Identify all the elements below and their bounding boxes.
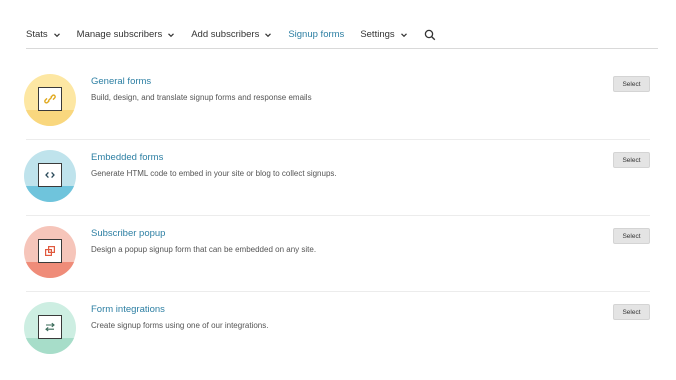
form-title[interactable]: Embedded forms	[91, 152, 163, 163]
nav-item-label: Add subscribers	[191, 29, 260, 40]
form-title[interactable]: Form integrations	[91, 304, 165, 315]
select-form-integrations-button[interactable]: Select	[613, 304, 650, 320]
signup-forms-page: Stats Manage subscribers Add subscribers…	[0, 0, 676, 380]
badge-box	[38, 315, 62, 339]
code-icon	[45, 171, 55, 179]
list-item-embedded-forms: Embedded forms Generate HTML code to emb…	[0, 140, 676, 216]
top-nav: Stats Manage subscribers Add subscribers…	[26, 27, 658, 49]
subscriber-popup-badge	[24, 226, 76, 278]
form-title[interactable]: Subscriber popup	[91, 228, 165, 239]
general-forms-badge	[24, 74, 76, 126]
form-description: Create signup forms using one of our int…	[91, 321, 269, 330]
chevron-down-icon	[168, 32, 175, 37]
nav-item-settings[interactable]: Settings	[360, 29, 407, 46]
swap-arrows-icon	[45, 322, 55, 332]
badge-half	[24, 338, 76, 354]
form-integrations-badge	[24, 302, 76, 354]
list-item-subscriber-popup: Subscriber popup Design a popup signup f…	[0, 216, 676, 292]
badge-half	[24, 262, 76, 278]
badge-box	[38, 87, 62, 111]
form-description: Build, design, and translate signup form…	[91, 93, 312, 102]
form-description: Design a popup signup form that can be e…	[91, 245, 317, 254]
nav-item-signup-forms[interactable]: Signup forms	[288, 29, 344, 46]
embedded-forms-badge	[24, 150, 76, 202]
form-options-list: General forms Build, design, and transla…	[0, 64, 676, 368]
nav-item-add-subscribers[interactable]: Add subscribers	[191, 29, 272, 46]
chevron-down-icon	[400, 32, 407, 37]
list-item-form-integrations: Form integrations Create signup forms us…	[0, 292, 676, 368]
badge-half	[24, 110, 76, 126]
badge-box	[38, 239, 62, 263]
select-subscriber-popup-button[interactable]: Select	[613, 228, 650, 244]
nav-item-label: Stats	[26, 29, 48, 40]
select-general-forms-button[interactable]: Select	[613, 76, 650, 92]
link-icon	[44, 94, 56, 104]
form-title[interactable]: General forms	[91, 76, 151, 87]
chevron-down-icon	[53, 32, 60, 37]
nav-item-label: Signup forms	[288, 29, 345, 40]
select-embedded-forms-button[interactable]: Select	[613, 152, 650, 168]
chevron-down-icon	[265, 32, 272, 37]
search-icon[interactable]	[424, 29, 436, 41]
nav-item-label: Settings	[360, 29, 395, 40]
form-description: Generate HTML code to embed in your site…	[91, 169, 337, 178]
list-item-general-forms: General forms Build, design, and transla…	[0, 64, 676, 140]
popup-icon	[45, 246, 56, 257]
nav-item-label: Manage subscribers	[76, 29, 163, 40]
nav-item-stats[interactable]: Stats	[26, 29, 61, 46]
nav-item-manage-subscribers[interactable]: Manage subscribers	[77, 29, 176, 46]
badge-half	[24, 186, 76, 202]
badge-box	[38, 163, 62, 187]
